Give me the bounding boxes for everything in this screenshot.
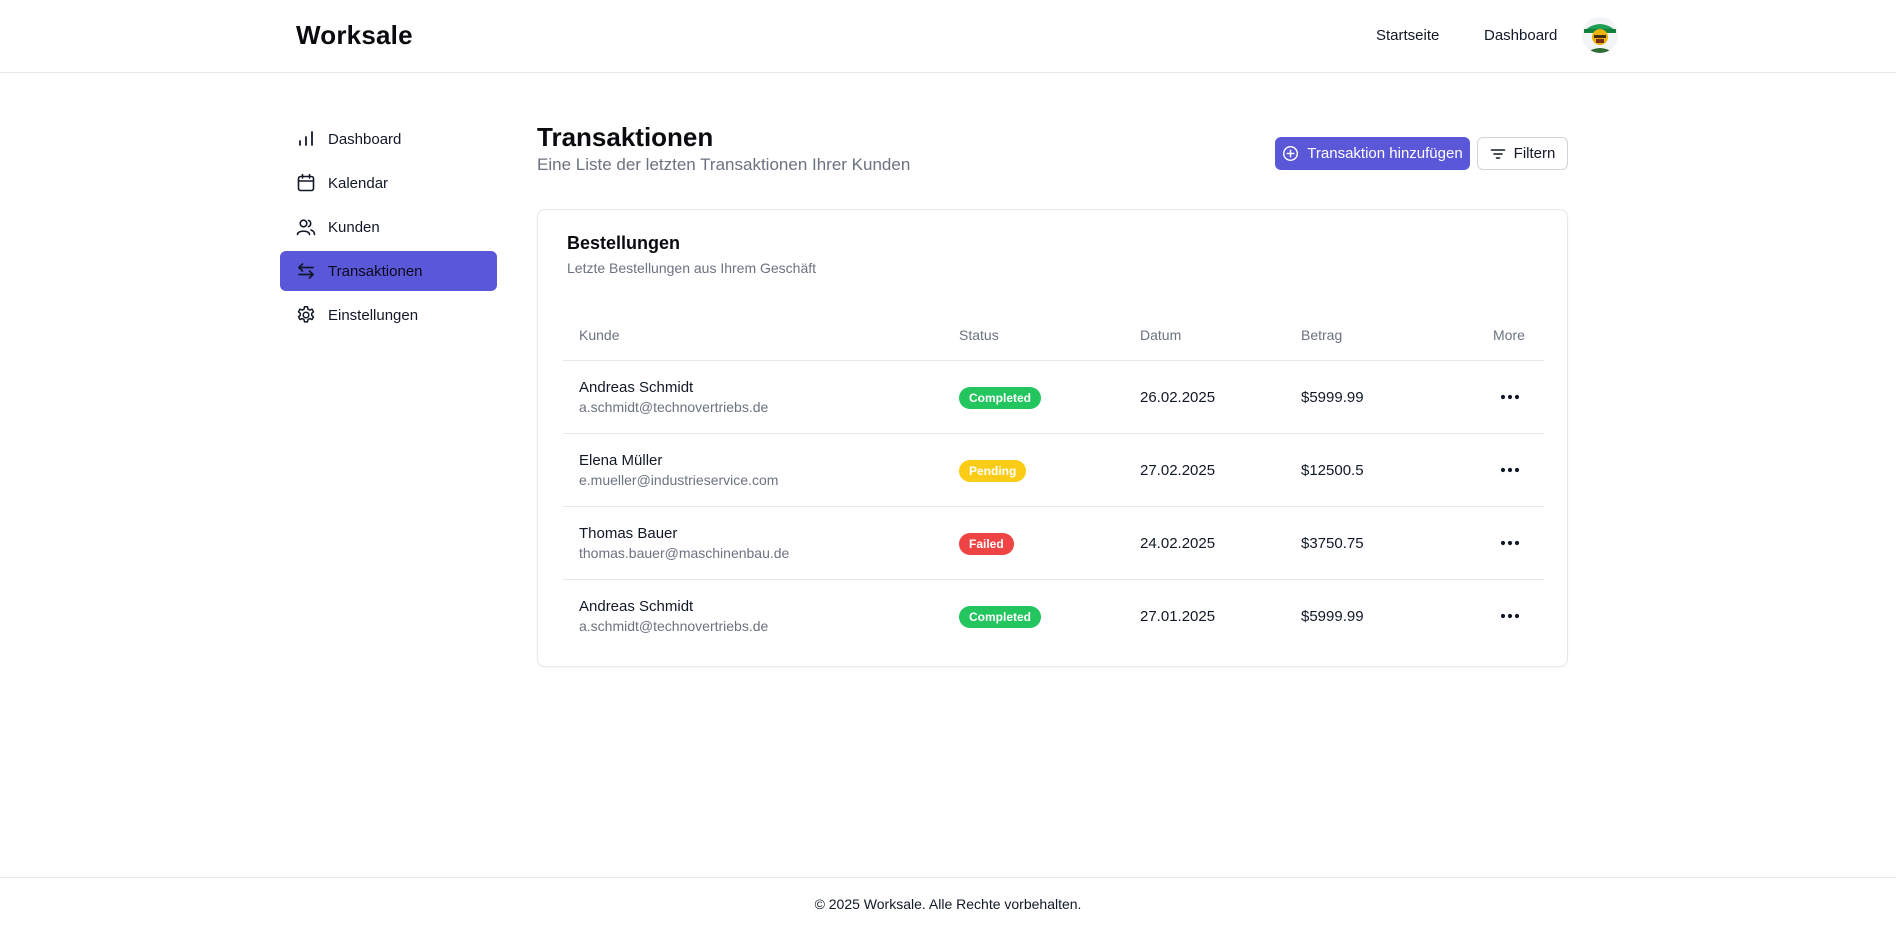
- order-amount: $3750.75: [1301, 535, 1364, 552]
- brand-logo[interactable]: Worksale: [296, 20, 413, 51]
- column-header-datum: Datum: [1140, 327, 1182, 343]
- more-options-button[interactable]: [1498, 604, 1522, 628]
- footer-copyright: © 2025 Worksale. Alle Rechte vorbehalten…: [814, 896, 1082, 912]
- order-amount: $5999.99: [1301, 608, 1364, 625]
- more-options-button[interactable]: [1498, 458, 1522, 482]
- order-date: 27.02.2025: [1140, 462, 1216, 479]
- filter-label: Filtern: [1513, 145, 1556, 162]
- more-options-button[interactable]: [1498, 531, 1522, 555]
- status-badge: Pending: [959, 460, 1027, 482]
- table-header: Kunde Status Datum Betrag More: [563, 308, 1544, 361]
- add-transaction-label: Transaktion hinzufügen: [1307, 145, 1463, 162]
- more-horizontal-icon: [1500, 467, 1520, 473]
- users-icon: [296, 217, 316, 237]
- card-subtitle: Letzte Bestellungen aus Ihrem Geschäft: [567, 260, 817, 276]
- sidebar-item-label: Kalendar: [328, 174, 389, 192]
- avatar-image: [1582, 17, 1618, 53]
- nav-dashboard[interactable]: Dashboard: [1484, 27, 1557, 44]
- gear-icon: [296, 305, 316, 325]
- order-date: 27.01.2025: [1140, 608, 1216, 625]
- sidebar-item-kalendar[interactable]: Kalendar: [280, 163, 497, 203]
- more-horizontal-icon: [1500, 394, 1520, 400]
- calendar-icon: [296, 173, 316, 193]
- filter-button[interactable]: Filtern: [1477, 137, 1568, 170]
- sidebar-item-label: Einstellungen: [328, 306, 419, 324]
- filter-icon: [1490, 148, 1505, 159]
- sidebar-item-einstellungen[interactable]: Einstellungen: [280, 295, 497, 335]
- bar-chart-icon: [296, 129, 316, 149]
- top-navbar: Worksale Startseite Dashboard: [0, 0, 1896, 73]
- order-date: 26.02.2025: [1140, 389, 1216, 406]
- page-subtitle: Eine Liste der letzten Transaktionen Ihr…: [537, 155, 911, 174]
- sidebar-item-label: Kunden: [328, 218, 380, 236]
- more-options-button[interactable]: [1498, 385, 1522, 409]
- column-header-betrag: Betrag: [1301, 327, 1343, 343]
- table-row: Andreas Schmidt a.schmidt@technovertrieb…: [563, 580, 1544, 653]
- column-header-more: More: [1493, 327, 1525, 343]
- avatar[interactable]: [1582, 17, 1618, 53]
- table-row: Andreas Schmidt a.schmidt@technovertrieb…: [563, 361, 1544, 434]
- sidebar: Dashboard Kalendar Kunden Transaktionen: [280, 119, 497, 339]
- order-amount: $12500.5: [1301, 462, 1364, 479]
- card-title: Bestellungen: [567, 233, 681, 253]
- order-date: 24.02.2025: [1140, 535, 1216, 552]
- sidebar-item-transaktionen[interactable]: Transaktionen: [280, 251, 497, 291]
- customer-email: thomas.bauer@maschinenbau.de: [579, 545, 790, 561]
- customer-name: Andreas Schmidt: [579, 598, 694, 615]
- table-row: Thomas Bauer thomas.bauer@maschinenbau.d…: [563, 507, 1544, 580]
- order-amount: $5999.99: [1301, 389, 1364, 406]
- customer-email: a.schmidt@technovertriebs.de: [579, 618, 769, 634]
- sidebar-item-label: Transaktionen: [328, 262, 423, 280]
- sidebar-item-dashboard[interactable]: Dashboard: [280, 119, 497, 159]
- customer-name: Elena Müller: [579, 452, 663, 469]
- arrows-left-right-icon: [296, 261, 316, 281]
- more-horizontal-icon: [1500, 613, 1520, 619]
- sidebar-item-label: Dashboard: [328, 130, 402, 148]
- orders-card: Bestellungen Letzte Bestellungen aus Ihr…: [537, 209, 1568, 667]
- add-transaction-button[interactable]: Transaktion hinzufügen: [1275, 137, 1470, 170]
- customer-email: a.schmidt@technovertriebs.de: [579, 399, 769, 415]
- status-badge: Failed: [959, 533, 1014, 555]
- column-header-kunde: Kunde: [579, 327, 620, 343]
- table-row: Elena Müller e.mueller@industrieservice.…: [563, 434, 1544, 507]
- nav-startseite[interactable]: Startseite: [1376, 27, 1439, 44]
- status-badge: Completed: [959, 606, 1042, 628]
- customer-email: e.mueller@industrieservice.com: [579, 472, 779, 488]
- customer-name: Thomas Bauer: [579, 525, 678, 542]
- plus-circle-icon: [1283, 145, 1299, 162]
- customer-name: Andreas Schmidt: [579, 379, 694, 396]
- status-badge: Completed: [959, 387, 1042, 409]
- more-horizontal-icon: [1500, 540, 1520, 546]
- footer: © 2025 Worksale. Alle Rechte vorbehalten…: [0, 877, 1896, 930]
- sidebar-item-kunden[interactable]: Kunden: [280, 207, 497, 247]
- column-header-status: Status: [959, 327, 999, 343]
- page-title: Transaktionen: [537, 122, 714, 152]
